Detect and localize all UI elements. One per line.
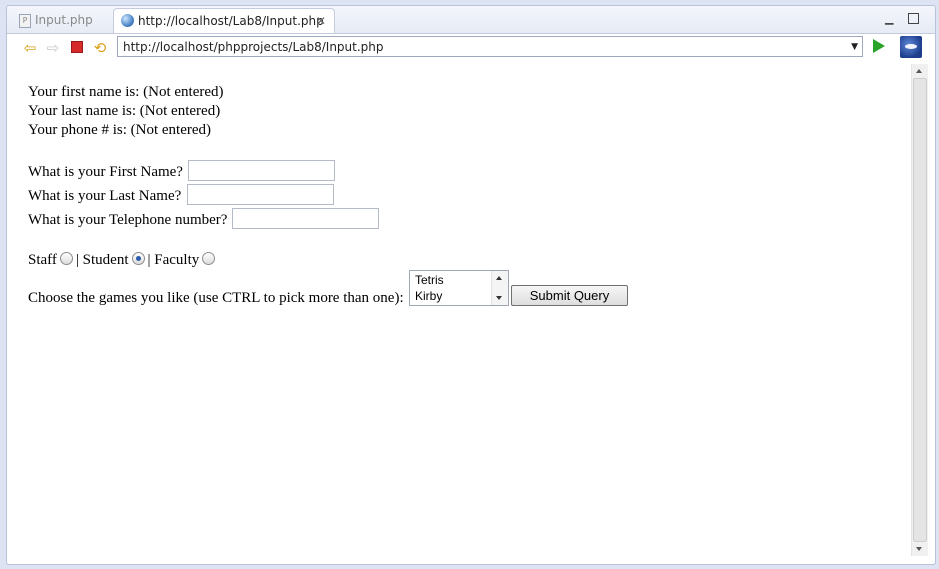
tab-localhost[interactable]: http://localhost/Lab8/Input.php ✕: [113, 8, 335, 33]
game-option[interactable]: Tetris: [415, 273, 444, 287]
last-name-label: What is your Last Name?: [28, 188, 182, 204]
forward-icon[interactable]: ⇨: [44, 39, 62, 57]
status-last-name: Your last name is: (Not entered): [28, 103, 221, 119]
faculty-label: Faculty: [154, 252, 200, 268]
scroll-up-icon[interactable]: [496, 276, 502, 280]
separator: |: [75, 252, 79, 268]
first-name-field[interactable]: [188, 160, 335, 181]
faculty-radio[interactable]: [202, 252, 216, 265]
scroll-down-icon[interactable]: [496, 296, 502, 300]
games-label: Choose the games you like (use CTRL to p…: [28, 290, 404, 306]
tab-strip: P Input.php http://localhost/Lab8/Input.…: [7, 6, 935, 34]
minimize-icon[interactable]: ▁: [885, 12, 893, 25]
student-label: Student: [82, 252, 129, 268]
page-scrollbar[interactable]: [911, 64, 928, 556]
page-content: Your first name is: (Not entered) Your l…: [7, 64, 911, 564]
stop-icon[interactable]: [68, 39, 86, 57]
games-listbox[interactable]: Tetris Kirby: [409, 270, 509, 306]
scroll-up-icon[interactable]: [916, 69, 922, 73]
eclipse-browser-icon[interactable]: [900, 36, 922, 58]
browser-frame: P Input.php http://localhost/Lab8/Input.…: [6, 5, 936, 565]
role-radio-group: Staff | Student | Faculty: [28, 252, 218, 269]
tab-label: http://localhost/Lab8/Input.php: [138, 14, 324, 28]
tab-input-php[interactable]: P Input.php: [11, 8, 111, 32]
submit-button[interactable]: Submit Query: [511, 285, 628, 306]
status-first-name: Your first name is: (Not entered): [28, 84, 224, 100]
tab-label: Input.php: [35, 13, 93, 27]
scroll-down-icon[interactable]: [916, 547, 922, 551]
globe-icon: [121, 14, 134, 27]
maximize-icon[interactable]: [908, 13, 919, 24]
phone-field[interactable]: [232, 208, 379, 229]
scroll-thumb[interactable]: [913, 78, 927, 542]
address-input[interactable]: [123, 40, 843, 54]
back-icon[interactable]: ⇦: [21, 39, 39, 57]
last-name-field[interactable]: [187, 184, 334, 205]
staff-label: Staff: [28, 252, 57, 268]
address-dropdown-icon[interactable]: ▼: [851, 37, 858, 58]
browser-toolbar: ⇦ ⇨ ⟲ ▼: [7, 34, 935, 62]
first-name-label: What is your First Name?: [28, 164, 183, 180]
student-radio[interactable]: [131, 252, 145, 265]
status-phone: Your phone # is: (Not entered): [28, 122, 212, 138]
refresh-icon[interactable]: ⟲: [91, 39, 109, 57]
listbox-scrollbar[interactable]: [491, 271, 508, 305]
address-bar[interactable]: ▼: [117, 36, 863, 57]
staff-radio[interactable]: [59, 252, 73, 265]
close-tab-icon[interactable]: ✕: [316, 9, 326, 33]
php-file-icon: P: [19, 14, 31, 28]
separator: |: [147, 252, 151, 268]
game-option[interactable]: Kirby: [415, 289, 442, 303]
phone-label: What is your Telephone number?: [28, 212, 228, 228]
go-icon[interactable]: [873, 39, 885, 53]
